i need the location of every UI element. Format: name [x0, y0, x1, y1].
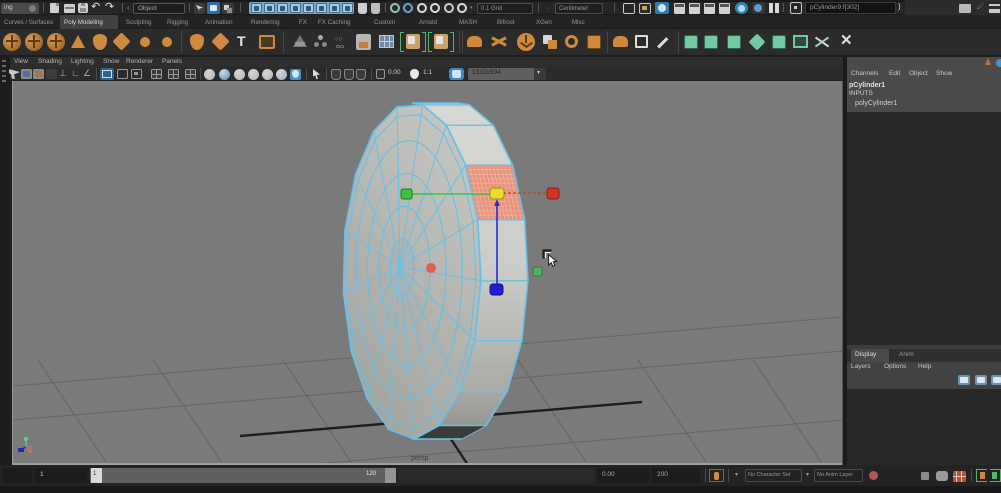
svg-text:persp: persp — [411, 455, 429, 462]
